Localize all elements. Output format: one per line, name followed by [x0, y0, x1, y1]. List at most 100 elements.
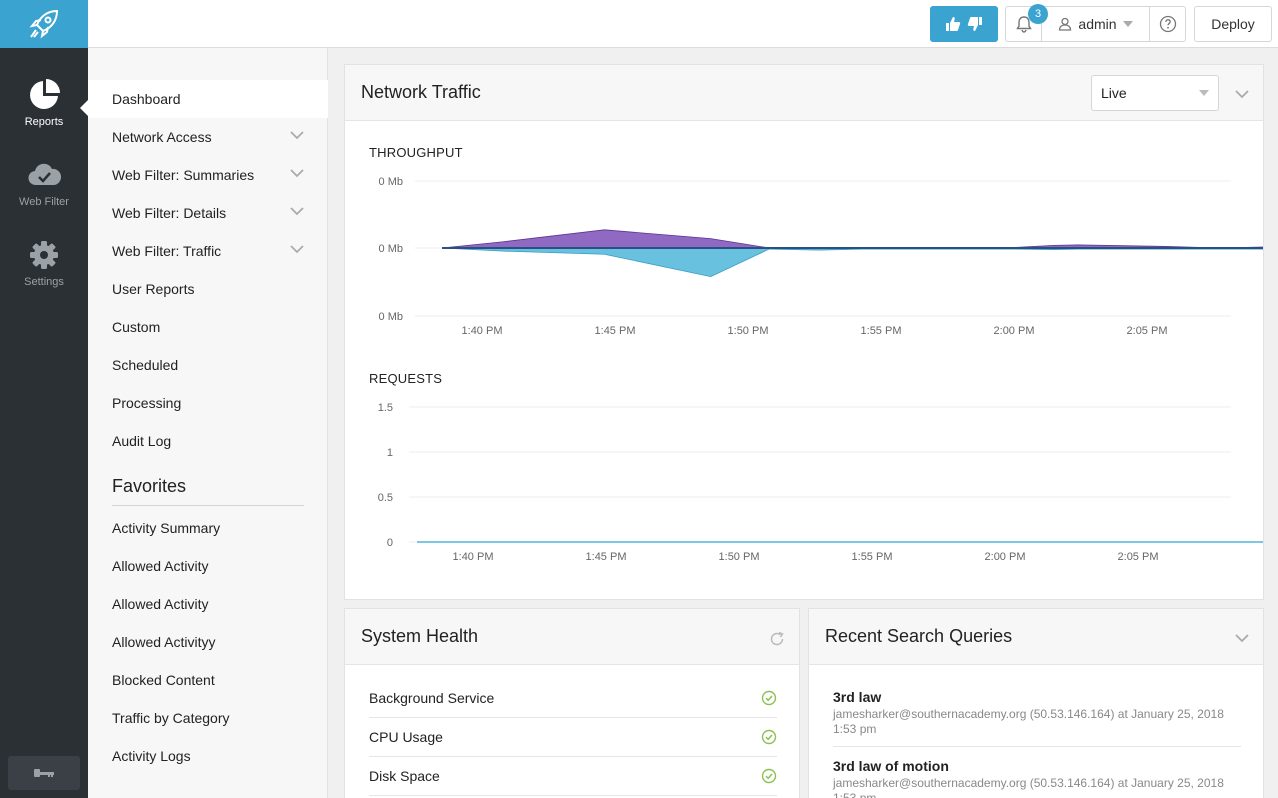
- submenu-item-label: Web Filter: Summaries: [112, 167, 255, 183]
- deploy-button[interactable]: Deploy: [1194, 6, 1272, 42]
- chevron-down-icon[interactable]: [1235, 634, 1249, 643]
- submenu-item-network-access[interactable]: Network Access: [88, 118, 328, 156]
- x-tick-label: 1:55 PM: [852, 551, 893, 563]
- submenu-item-web-filter-traffic[interactable]: Web Filter: Traffic: [88, 232, 328, 270]
- chevron-down-icon[interactable]: [1235, 90, 1249, 99]
- network-traffic-panel: Network Traffic Live THROUGHPUT 0 Mb 0 Mb…: [344, 64, 1264, 600]
- favorite-item[interactable]: Allowed Activity: [88, 585, 328, 623]
- favorite-item-label: Activity Logs: [112, 748, 191, 764]
- health-row-background-service: Background Service: [369, 679, 777, 718]
- caret-down-icon: [1199, 90, 1209, 96]
- check-circle-icon: [761, 729, 777, 745]
- x-tick-label: 1:45 PM: [595, 325, 636, 337]
- upload-series-area: [442, 229, 1263, 249]
- y-tick-label: 0: [387, 537, 393, 549]
- rocket-icon: [29, 9, 59, 39]
- chevron-down-icon: [290, 131, 304, 140]
- user-name: admin: [1078, 16, 1117, 32]
- x-tick-label: 2:00 PM: [994, 325, 1035, 337]
- search-query-meta: jamesharker@southernacademy.org (50.53.1…: [833, 707, 1224, 736]
- submenu-item-label: Web Filter: Traffic: [112, 243, 222, 259]
- user-menu[interactable]: admin: [1042, 7, 1150, 41]
- submenu-item-web-filter-summaries[interactable]: Web Filter: Summaries: [88, 156, 328, 194]
- health-item-label: CPU Usage: [369, 729, 443, 745]
- favorite-item-label: Activity Summary: [112, 520, 221, 536]
- submenu-item-label: Web Filter: Details: [112, 205, 227, 221]
- throughput-chart: 0 Mb 0 Mb 0 Mb 1:40 PM 1:45 PM 1:50 PM 1:55 PM…: [379, 176, 1263, 337]
- feedback-button[interactable]: [930, 6, 998, 42]
- favorite-item-label: Blocked Content: [112, 672, 215, 688]
- app-logo[interactable]: [0, 0, 88, 48]
- download-series-area: [442, 247, 1263, 278]
- y-tick-label: 1: [387, 447, 393, 459]
- help-icon: [1159, 15, 1177, 33]
- x-tick-label: 1:50 PM: [728, 325, 769, 337]
- rail-item-settings[interactable]: Settings: [0, 238, 88, 308]
- requests-chart-title: REQUESTS: [369, 371, 443, 386]
- user-icon: [1059, 17, 1072, 31]
- submenu-item-custom[interactable]: Custom: [88, 308, 328, 346]
- x-tick-label: 1:50 PM: [719, 551, 760, 563]
- left-rail: Reports Web Filter Settings: [0, 0, 88, 798]
- x-tick-label: 2:05 PM: [1118, 551, 1159, 563]
- panel-title: Network Traffic: [361, 82, 481, 102]
- help-button[interactable]: [1150, 7, 1186, 41]
- health-row-cpu-usage: CPU Usage: [369, 718, 777, 757]
- favorite-item[interactable]: Allowed Activity: [88, 547, 328, 585]
- rail-item-web-filter[interactable]: Web Filter: [0, 158, 88, 228]
- submenu-item-label: Network Access: [112, 129, 212, 145]
- gear-icon: [30, 241, 58, 269]
- x-tick-label: 1:40 PM: [453, 551, 494, 563]
- favorite-item[interactable]: Activity Logs: [88, 737, 328, 775]
- submenu-item-label: Processing: [112, 395, 182, 411]
- x-tick-label: 1:55 PM: [861, 325, 902, 337]
- y-tick-label: 0 Mb: [379, 176, 403, 188]
- submenu-item-audit-log[interactable]: Audit Log: [88, 422, 328, 460]
- refresh-icon[interactable]: [769, 631, 785, 647]
- time-range-select[interactable]: Live: [1091, 75, 1219, 111]
- favorite-item[interactable]: Allowed Activityy: [88, 623, 328, 661]
- favorite-item-label: Allowed Activity: [112, 596, 209, 612]
- rail-item-reports[interactable]: Reports: [0, 78, 88, 148]
- health-row-disk-space: Disk Space: [369, 757, 777, 796]
- favorite-item-label: Allowed Activity: [112, 558, 209, 574]
- submenu-item-processing[interactable]: Processing: [88, 384, 328, 422]
- search-query-item[interactable]: 3rd law of motion jamesharker@southernac…: [833, 758, 1241, 798]
- system-health-panel: System Health Background Service CPU Usa…: [344, 608, 800, 798]
- thumbs-up-icon: [946, 17, 961, 31]
- reports-submenu: Dashboard Network Access Web Filter: Sum…: [88, 48, 328, 798]
- throughput-chart-title: THROUGHPUT: [369, 145, 463, 160]
- check-circle-icon: [761, 768, 777, 784]
- search-query-item[interactable]: 3rd law jamesharker@southernacademy.org …: [833, 689, 1241, 737]
- y-tick-label: 1.5: [378, 402, 393, 414]
- submenu-item-user-reports[interactable]: User Reports: [88, 270, 328, 308]
- favorite-item-label: Traffic by Category: [112, 710, 230, 726]
- submenu-item-label: User Reports: [112, 281, 195, 297]
- cloud-check-icon: [28, 163, 61, 186]
- thumbs-down-icon: [967, 17, 982, 31]
- x-tick-label: 2:00 PM: [985, 551, 1026, 563]
- panel-title: System Health: [361, 626, 479, 646]
- user-toolbar: 3 admin: [1005, 4, 1186, 42]
- chevron-down-icon: [290, 245, 304, 254]
- y-tick-label: 0 Mb: [379, 311, 403, 323]
- submenu-item-label: Dashboard: [112, 91, 181, 107]
- search-query-text: 3rd law of motion: [833, 758, 949, 774]
- favorites-heading: Favorites: [112, 476, 304, 506]
- submenu-item-web-filter-details[interactable]: Web Filter: Details: [88, 194, 328, 232]
- submenu-item-scheduled[interactable]: Scheduled: [88, 346, 328, 384]
- y-tick-label: 0 Mb: [379, 243, 403, 255]
- search-query-text: 3rd law: [833, 689, 882, 705]
- chevron-down-icon: [290, 207, 304, 216]
- notifications-button[interactable]: 3: [1006, 4, 1048, 41]
- requests-chart: 0 0.5 1 1.5 1:40 PM 1:45 PM 1:50 PM 1:55 PM 2:00…: [378, 402, 1263, 563]
- favorite-item[interactable]: Blocked Content: [88, 661, 328, 699]
- favorite-item[interactable]: Traffic by Category: [88, 699, 328, 737]
- recent-search-queries-panel: Recent Search Queries 3rd law jamesharke…: [808, 608, 1264, 798]
- favorite-item[interactable]: Activity Summary: [88, 509, 328, 547]
- top-bar: 3 admin Deploy: [88, 0, 1278, 48]
- panel-header: Network Traffic Live: [345, 65, 1263, 121]
- submenu-item-dashboard[interactable]: Dashboard: [88, 80, 328, 118]
- rail-item-label: Reports: [24, 116, 64, 128]
- license-key-button[interactable]: [8, 756, 80, 790]
